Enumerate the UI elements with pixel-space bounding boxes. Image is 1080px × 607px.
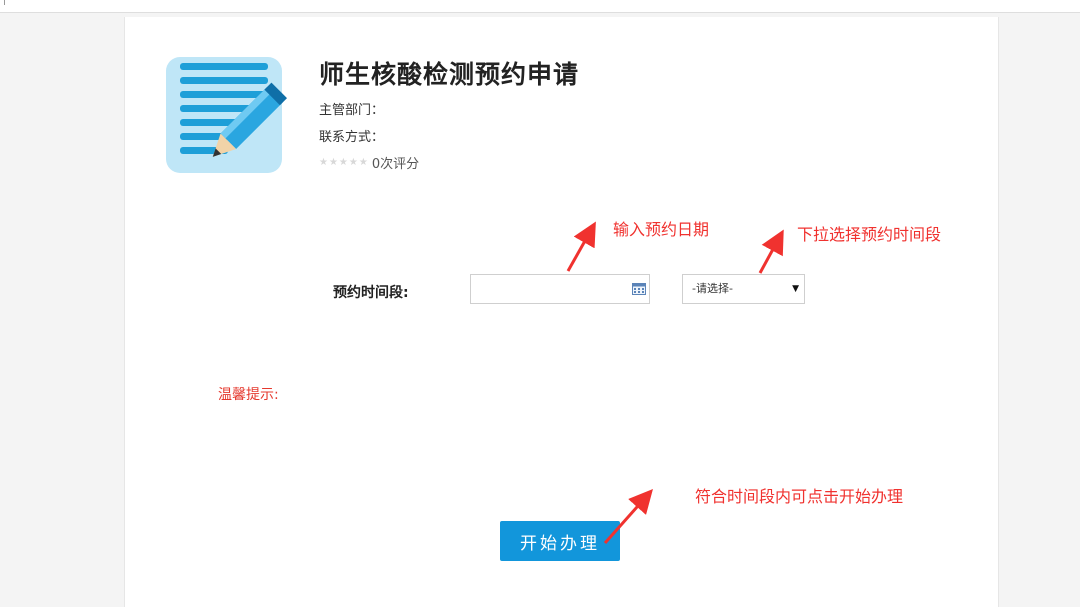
date-input[interactable] [477,276,631,304]
contact-label: 联系方式： [319,130,385,145]
start-button[interactable]: 开始办理 [500,521,620,561]
department-label: 主管部门： [319,103,385,118]
tip-label: 温馨提示: [218,387,279,403]
document-pencil-icon [166,57,288,173]
rating-row: ★★★★★ 0次评分 [319,153,419,172]
star-icon: ★★★★★ [319,157,369,168]
calendar-icon[interactable] [632,283,646,295]
select-hint-annotation: 下拉选择预约时间段 [797,225,942,244]
select-value: -请选择- [692,282,733,295]
date-hint-annotation: 输入预约日期 [613,220,710,239]
top-bar-mark [4,0,5,5]
time-slot-label: 预约时间段: [333,285,409,301]
time-slot-select[interactable]: -请选择- ▼ [682,274,805,304]
date-field[interactable] [470,274,650,304]
browser-top-bar [0,0,1080,13]
page-title: 师生核酸检测预约申请 [319,60,580,89]
rating-count: 0次评分 [371,157,420,172]
dropdown-arrow-icon: ▼ [792,284,799,294]
button-hint-annotation: 符合时间段内可点击开始办理 [695,487,904,506]
